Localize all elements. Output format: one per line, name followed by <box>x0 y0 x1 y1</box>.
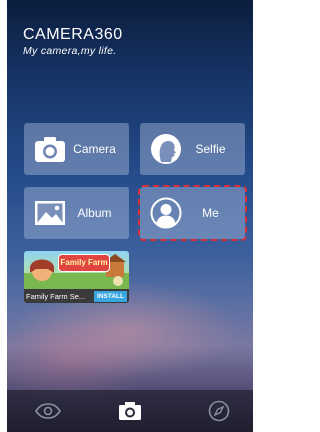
album-tile-label: Album <box>77 206 112 220</box>
install-button[interactable]: INSTALL <box>94 290 127 302</box>
album-icon <box>35 201 65 225</box>
discover-button[interactable] <box>35 399 61 423</box>
home-camera-button[interactable] <box>117 399 143 423</box>
person-icon <box>150 197 182 229</box>
explore-button[interactable] <box>206 399 232 423</box>
camera-tile-label: Camera <box>73 142 116 156</box>
ad-tile[interactable]: Family Farm Family Farm Se... INSTALL <box>24 251 129 303</box>
me-tile-label: Me <box>202 206 219 220</box>
album-tile[interactable]: Album <box>24 187 129 239</box>
camera-icon <box>35 137 65 162</box>
me-tile[interactable]: Me <box>138 185 247 241</box>
app-title: CAMERA360 <box>23 26 123 43</box>
ad-logo: Family Farm <box>58 254 110 272</box>
camera-icon <box>119 402 141 420</box>
compass-icon <box>208 400 230 422</box>
selfie-tile[interactable]: Selfie <box>140 123 245 175</box>
ad-info-bar: Family Farm Se... INSTALL <box>24 289 129 303</box>
selfie-icon <box>151 134 181 164</box>
app-tagline: My camera,my life. <box>23 45 117 57</box>
home-screen: CAMERA360 My camera,my life. Camera Self… <box>7 0 253 432</box>
camera-tile[interactable]: Camera <box>24 123 129 175</box>
eye-icon <box>35 403 61 419</box>
selfie-tile-label: Selfie <box>195 142 226 156</box>
ad-app-name: Family Farm Se... <box>26 291 86 301</box>
bottom-nav <box>7 390 253 432</box>
